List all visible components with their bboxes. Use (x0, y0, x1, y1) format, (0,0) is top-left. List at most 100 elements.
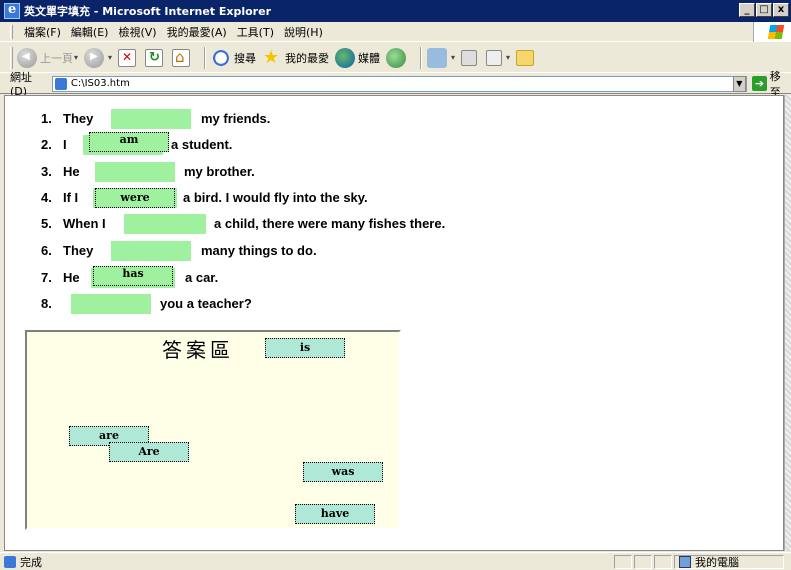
stop-icon (118, 48, 137, 67)
question-before-text: They (63, 111, 94, 126)
status-cell (654, 554, 672, 569)
zone-label: 我的電腦 (695, 555, 739, 569)
address-dropdown-icon[interactable]: ▼ (732, 75, 747, 92)
question-number: 4. (41, 190, 52, 205)
menu-help[interactable]: 說明(H) (279, 24, 328, 40)
answer-chip-placed[interactable]: has (93, 266, 173, 286)
mail-dropdown-icon[interactable]: ▾ (451, 53, 455, 62)
vertical-scrollbar[interactable] (784, 95, 791, 551)
status-cell (634, 554, 652, 569)
menu-bar: 檔案(F) 編輯(E) 檢視(V) 我的最愛(A) 工具(T) 說明(H) (0, 22, 791, 42)
close-button[interactable]: x (773, 3, 789, 17)
stop-button[interactable] (118, 48, 139, 67)
question-number: 7. (41, 270, 52, 285)
window-title: 英文單字填充 - Microsoft Internet Explorer (24, 5, 271, 18)
page-content: 1. They my friends. 2. I am a student. 3… (4, 95, 784, 551)
star-icon (262, 47, 282, 68)
refresh-icon (145, 48, 164, 67)
favorites-button[interactable]: 我的最愛 (262, 47, 330, 68)
history-button[interactable] (386, 47, 409, 68)
question-number: 5. (41, 216, 52, 231)
question-before-text: I (63, 137, 67, 152)
question-number: 1. (41, 111, 52, 126)
answer-area: 答案區 is are Are was have (25, 330, 401, 530)
answer-chip-placed[interactable]: am (89, 132, 169, 152)
question-number: 8. (41, 296, 52, 311)
menu-tools[interactable]: 工具(T) (232, 24, 279, 40)
folder-button[interactable] (516, 49, 537, 66)
question-after-text: a bird. I would fly into the sky. (183, 190, 368, 205)
media-button[interactable]: 媒體 (335, 47, 381, 68)
toolbar-grip[interactable] (10, 46, 13, 69)
answer-chip[interactable]: have (295, 504, 375, 524)
folder-icon (516, 49, 535, 66)
question-before-text: They (63, 243, 94, 258)
media-icon (335, 47, 356, 68)
minimize-button[interactable]: _ (739, 3, 755, 17)
menu-view[interactable]: 檢視(V) (113, 24, 161, 40)
throbber (753, 22, 791, 42)
question-before-text: When I (63, 216, 106, 231)
mail-icon (427, 47, 448, 68)
refresh-button[interactable] (145, 48, 166, 67)
toolbar-separator (204, 46, 207, 69)
question-number: 3. (41, 164, 52, 179)
toolbar-grip[interactable] (10, 24, 13, 39)
favorites-label: 我的最愛 (285, 51, 330, 65)
address-bar: 網址(D) C:\IS03.htm ▼ ➔ 移至 (0, 70, 791, 99)
answer-chip[interactable]: Are (109, 442, 189, 462)
toolbar-separator (420, 46, 423, 69)
menu-file[interactable]: 檔案(F) (19, 24, 66, 40)
forward-dropdown-icon[interactable]: ▾ (108, 53, 112, 62)
question-after-text: a student. (171, 137, 233, 152)
answer-blank[interactable] (111, 109, 191, 129)
answer-blank[interactable] (124, 214, 206, 234)
question-after-text: you a teacher? (160, 296, 252, 311)
question-after-text: many things to do. (201, 243, 317, 258)
menu-edit[interactable]: 編輯(E) (66, 24, 114, 40)
edit-icon (486, 49, 503, 66)
go-arrow-icon: ➔ (752, 76, 767, 91)
back-label: 上一頁 (40, 51, 73, 65)
answer-blank[interactable] (95, 162, 175, 182)
question-number: 6. (41, 243, 52, 258)
answer-blank[interactable] (71, 294, 151, 314)
home-icon (172, 48, 191, 67)
status-text: 完成 (20, 555, 42, 569)
edit-button[interactable]: ▾ (486, 49, 510, 66)
mail-button[interactable]: ▾ (427, 47, 455, 68)
media-label: 媒體 (358, 51, 381, 65)
page-done-icon (4, 555, 16, 568)
address-label: 網址(D) (10, 71, 32, 98)
printer-icon (461, 49, 478, 66)
answer-chip[interactable]: was (303, 462, 383, 482)
search-button[interactable]: 搜尋 (211, 47, 257, 68)
search-label: 搜尋 (234, 51, 257, 65)
back-button[interactable]: 上一頁 ▾ (17, 47, 78, 68)
menu-favorites[interactable]: 我的最愛(A) (162, 24, 232, 40)
search-icon (211, 47, 232, 68)
standard-toolbar: 上一頁 ▾ ▾ 搜尋 我的最愛 媒體 ▾ ▾ (0, 43, 791, 73)
history-icon (386, 47, 407, 68)
security-zone: 我的電腦 (674, 554, 784, 569)
ie-icon (4, 2, 20, 19)
maximize-button[interactable]: □ (756, 3, 772, 17)
answer-chip[interactable]: is (265, 338, 345, 358)
question-before-text: He (63, 164, 80, 179)
address-value: C:\IS03.htm (70, 78, 130, 89)
home-button[interactable] (172, 48, 193, 67)
address-input[interactable]: C:\IS03.htm (51, 75, 747, 92)
status-cell (614, 554, 632, 569)
edit-dropdown-icon[interactable]: ▾ (506, 53, 510, 62)
back-dropdown-icon[interactable]: ▾ (74, 53, 78, 62)
answer-blank[interactable] (111, 241, 191, 261)
question-before-text: If I (63, 190, 79, 205)
back-arrow-icon (17, 47, 37, 68)
question-after-text: a child, there were many fishes there. (214, 216, 446, 231)
answer-chip-placed[interactable]: were (95, 188, 175, 208)
print-button[interactable] (461, 49, 480, 66)
forward-button[interactable]: ▾ (84, 47, 112, 68)
question-after-text: my brother. (184, 164, 255, 179)
question-after-text: a car. (185, 270, 219, 285)
question-number: 2. (41, 137, 52, 152)
